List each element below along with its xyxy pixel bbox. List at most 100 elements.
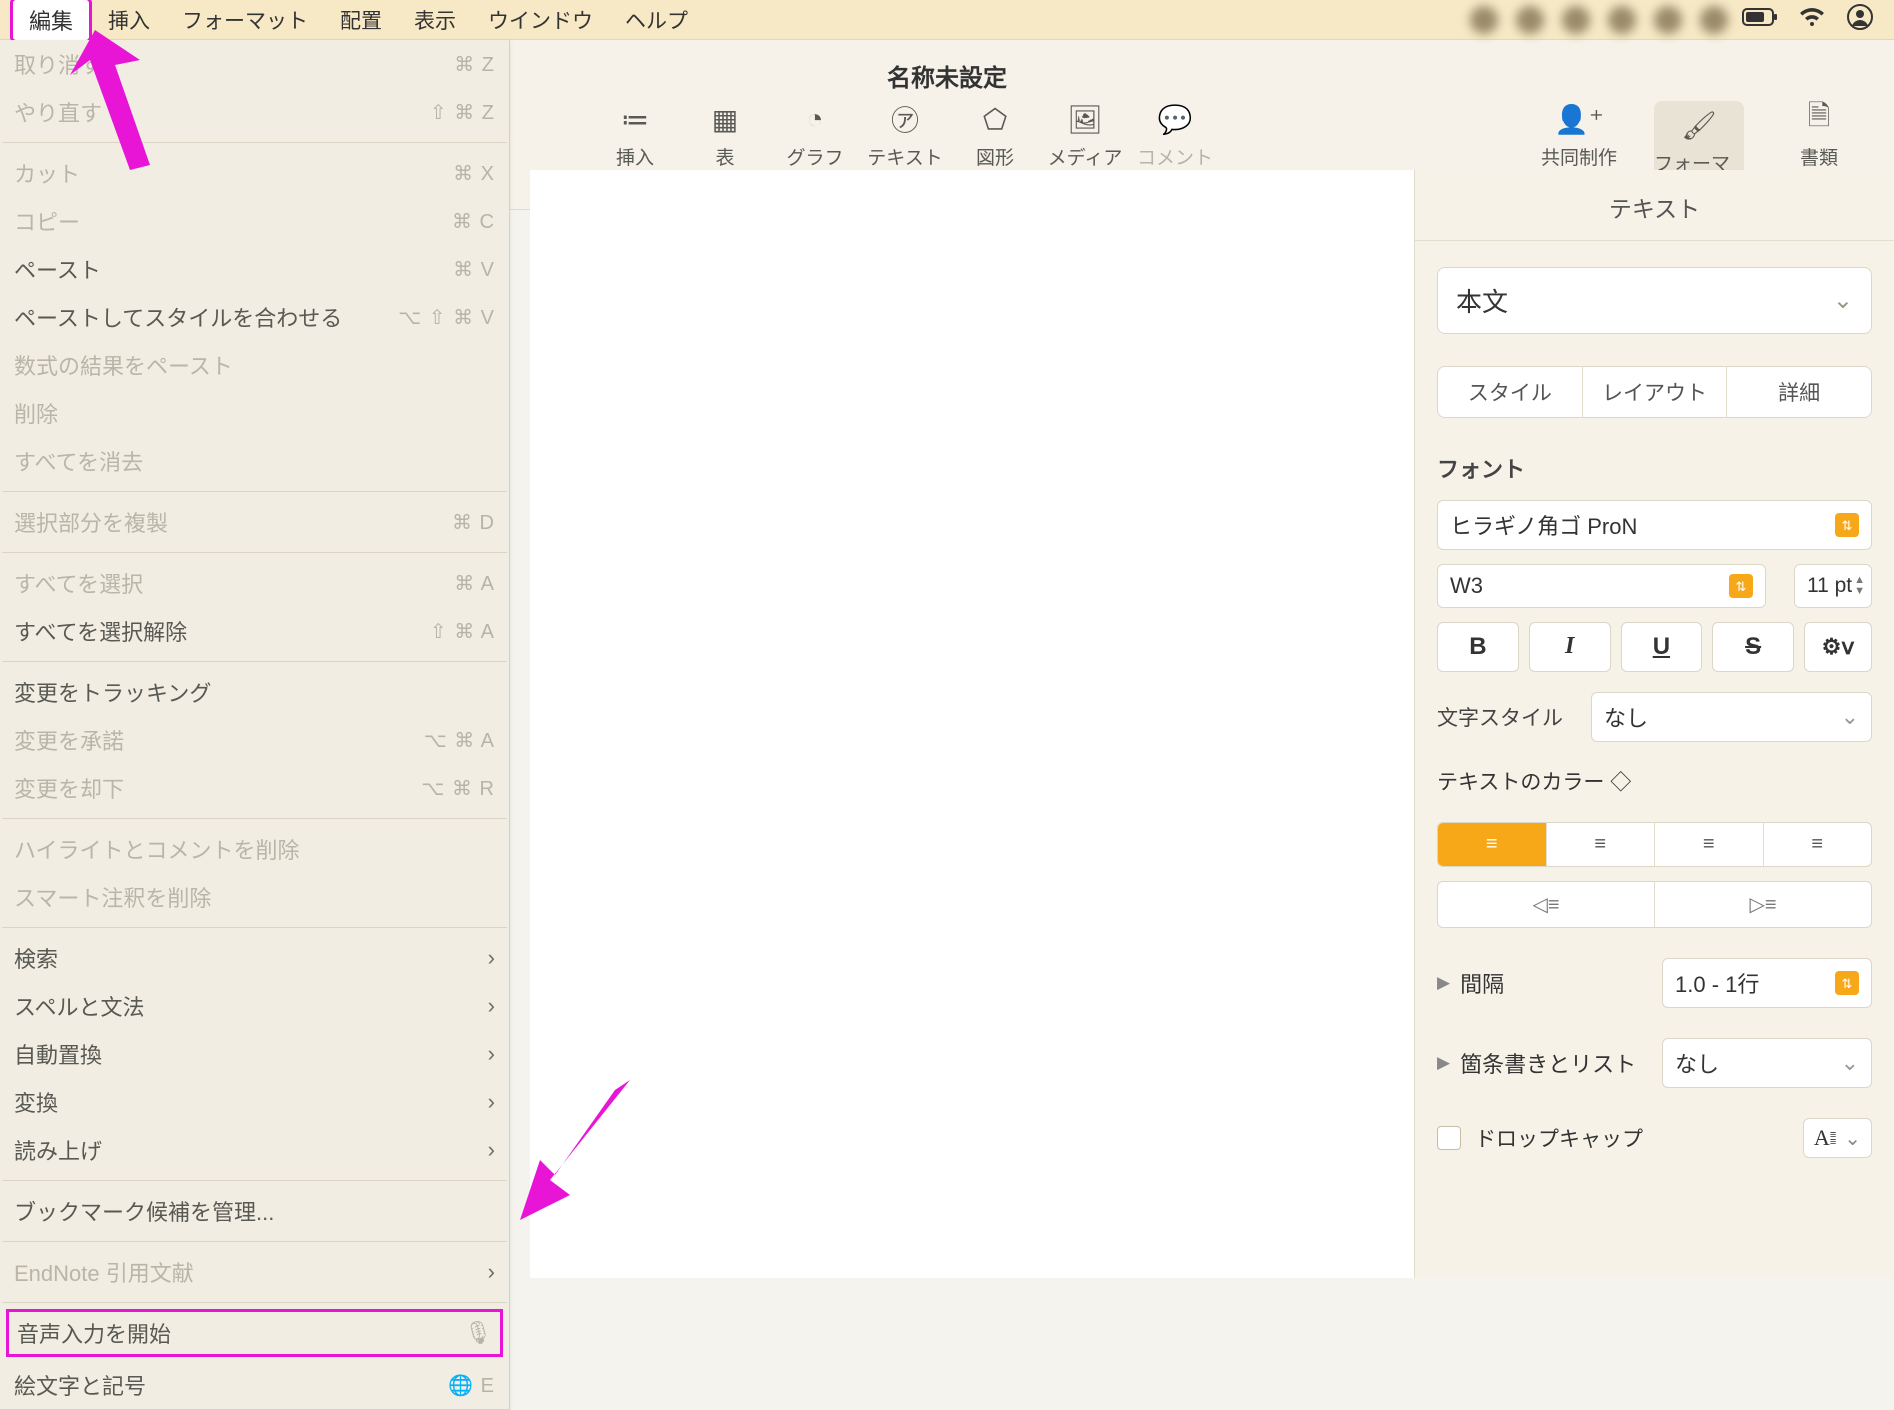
menu-window[interactable]: ウインドウ — [472, 1, 609, 39]
menu-item: 選択部分を複製⌘ D — [0, 498, 509, 546]
toolbar-comment: 💬コメント — [1130, 101, 1220, 170]
spinner-arrows-icon: ▲▼ — [1854, 575, 1865, 597]
menu-view[interactable]: 表示 — [398, 1, 472, 39]
menu-item: 変更を却下⌥ ⌘ R — [0, 764, 509, 812]
font-family-select[interactable]: ヒラギノ角ゴ ProN⇅ — [1437, 500, 1872, 550]
collaborate-icon: 👤⁺ — [1554, 101, 1604, 137]
submenu-arrow-icon: › — [488, 1137, 495, 1163]
bullets-select[interactable]: なし⌄ — [1662, 1038, 1872, 1088]
font-options-button[interactable]: ⚙︎ⅴ — [1804, 622, 1872, 672]
seg-more[interactable]: 詳細 — [1726, 367, 1871, 417]
chevron-down-icon: ⌄ — [1841, 1050, 1859, 1076]
chevron-down-icon: ⌄ — [1841, 704, 1859, 730]
char-style-select[interactable]: なし⌄ — [1591, 692, 1872, 742]
select-arrow-icon: ⇅ — [1729, 574, 1753, 598]
toolbar-table[interactable]: ▦表 — [680, 101, 770, 170]
menu-item[interactable]: 変換› — [0, 1078, 509, 1126]
seg-style[interactable]: スタイル — [1438, 367, 1582, 417]
toolbar-chart[interactable]: ◔グラフ — [770, 101, 860, 170]
toolbar-media[interactable]: 🖼メディア — [1040, 101, 1130, 170]
strikethrough-button[interactable]: S — [1712, 622, 1794, 672]
menu-item: EndNote 引用文献› — [0, 1248, 509, 1296]
shape-icon: ⬠ — [983, 101, 1007, 137]
menu-item[interactable]: ブックマーク候補を管理... — [0, 1187, 509, 1235]
gear-icon: ⚙︎ — [1822, 634, 1842, 660]
menu-item[interactable]: ペーストしてスタイルを合わせる⌥ ⇧ ⌘ V — [0, 293, 509, 341]
submenu-arrow-icon: › — [488, 993, 495, 1019]
menu-arrange[interactable]: 配置 — [324, 1, 398, 39]
dropcap-preview-icon: A≡≡ — [1814, 1125, 1836, 1151]
align-justify-button[interactable]: ≡ — [1763, 823, 1872, 866]
menu-item: コピー⌘ C — [0, 197, 509, 245]
outdent-button[interactable]: ◁≡ — [1438, 882, 1654, 927]
submenu-arrow-icon: › — [488, 945, 495, 971]
text-icon: ㋐ — [891, 101, 919, 137]
spacing-label: 間隔 — [1460, 967, 1662, 999]
menu-item[interactable]: 絵文字と記号🌐 E — [0, 1361, 509, 1409]
disclosure-triangle-icon[interactable]: ▶ — [1437, 973, 1450, 993]
menu-item[interactable]: すべてを選択解除⇧ ⌘ A — [0, 607, 509, 655]
dropcap-style-select[interactable]: A≡≡ ⌄ — [1803, 1118, 1872, 1158]
disclosure-triangle-icon[interactable]: ▶ — [1437, 1053, 1450, 1073]
inspector-segtabs: スタイル レイアウト 詳細 — [1437, 366, 1872, 418]
dropcap-label: ドロップキャップ — [1475, 1123, 1803, 1153]
annotation-arrow — [520, 1080, 650, 1230]
menu-item[interactable]: ペースト⌘ V — [0, 245, 509, 293]
format-icon: 🖌 — [1681, 107, 1717, 143]
insert-icon: ≔ — [621, 101, 649, 137]
menu-item: すべてを選択⌘ A — [0, 559, 509, 607]
align-center-button[interactable]: ≡ — [1546, 823, 1655, 866]
dropcap-checkbox[interactable] — [1437, 1126, 1461, 1150]
document-canvas[interactable] — [530, 170, 1414, 1278]
menu-item: 変更を承諾⌥ ⌘ A — [0, 716, 509, 764]
menu-item[interactable]: 変更をトラッキング — [0, 668, 509, 716]
seg-layout[interactable]: レイアウト — [1582, 367, 1727, 417]
font-section-title: フォント — [1437, 452, 1872, 484]
menu-item: スマート注釈を削除 — [0, 873, 509, 921]
align-right-button[interactable]: ≡ — [1654, 823, 1763, 866]
toolbar-shape[interactable]: ⬠図形 — [950, 101, 1040, 170]
submenu-arrow-icon: › — [488, 1089, 495, 1115]
menu-help[interactable]: ヘルプ — [609, 1, 704, 39]
bold-button[interactable]: B — [1437, 622, 1519, 672]
menu-item[interactable]: 音声入力を開始🎙 — [6, 1309, 503, 1357]
select-arrow-icon: ⇅ — [1835, 513, 1859, 537]
chart-icon: ◔ — [807, 101, 824, 137]
menu-item[interactable]: 読み上げ› — [0, 1126, 509, 1174]
font-size-stepper[interactable]: 11 pt▲▼ — [1794, 564, 1872, 608]
user-icon[interactable] — [1846, 3, 1874, 37]
paragraph-style-select[interactable]: 本文 ⌄ — [1437, 267, 1872, 334]
table-icon: ▦ — [712, 101, 738, 137]
menu-item: ハイライトとコメントを削除 — [0, 825, 509, 873]
mic-icon: 🎙 — [464, 1320, 492, 1346]
menu-item: 削除 — [0, 389, 509, 437]
text-align-segment: ≡ ≡ ≡ ≡ — [1437, 822, 1872, 867]
indent-button[interactable]: ▷≡ — [1654, 882, 1871, 927]
chevron-down-icon: ⌄ — [1844, 1126, 1861, 1151]
bullets-label: 箇条書きとリスト — [1460, 1047, 1662, 1079]
menu-item: すべてを消去 — [0, 437, 509, 485]
menu-item[interactable]: 自動置換› — [0, 1030, 509, 1078]
format-inspector: テキスト 本文 ⌄ スタイル レイアウト 詳細 フォント ヒラギノ角ゴ ProN… — [1414, 170, 1894, 1278]
text-color-label: テキストのカラー ◇ — [1437, 766, 1872, 796]
submenu-arrow-icon: › — [488, 1041, 495, 1067]
font-weight-select[interactable]: W3⇅ — [1437, 564, 1766, 608]
menubar-status — [1742, 3, 1884, 37]
toolbar-insert[interactable]: ≔挿入 — [590, 101, 680, 170]
menu-item[interactable]: スペルと文法› — [0, 982, 509, 1030]
menubar-blurred-area — [1470, 6, 1742, 34]
inspector-tab-text[interactable]: テキスト — [1415, 170, 1894, 241]
char-style-label: 文字スタイル — [1437, 702, 1577, 732]
edit-dropdown-menu: 取り消す⌘ Zやり直す⇧ ⌘ Zカット⌘ Xコピー⌘ Cペースト⌘ Vペーストし… — [0, 40, 510, 1410]
align-left-button[interactable]: ≡ — [1438, 823, 1546, 866]
italic-button[interactable]: I — [1529, 622, 1611, 672]
underline-button[interactable]: U — [1621, 622, 1703, 672]
document-icon: 🗎 — [1808, 101, 1831, 137]
chevron-down-icon: ⌄ — [1833, 286, 1853, 315]
toolbar-text[interactable]: ㋐テキスト — [860, 101, 950, 170]
spacing-select[interactable]: 1.0 - 1行⇅ — [1662, 958, 1872, 1008]
menu-item: 数式の結果をペースト — [0, 341, 509, 389]
comment-icon: 💬 — [1158, 101, 1193, 137]
menu-item[interactable]: 検索› — [0, 934, 509, 982]
indent-segment: ◁≡ ▷≡ — [1437, 881, 1872, 928]
